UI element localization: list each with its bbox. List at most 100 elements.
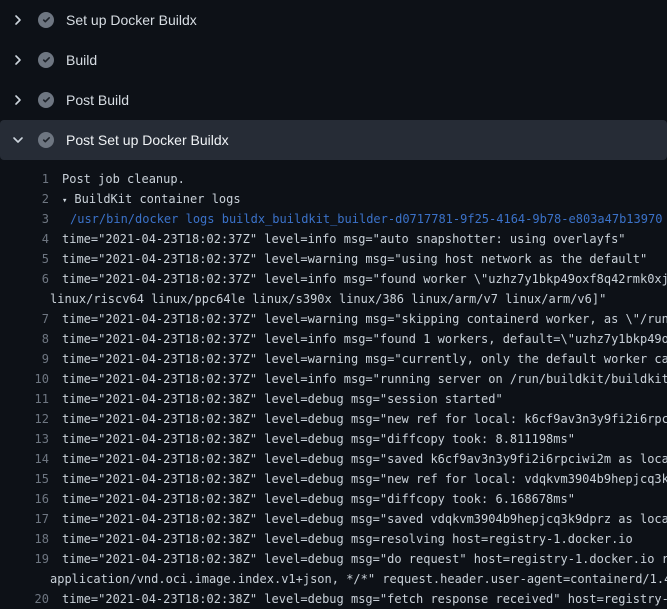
log-line: 4 ▾time="2021-04-23T18:02:37Z" level=inf… <box>0 229 667 249</box>
step-header-build[interactable]: Build <box>0 40 667 80</box>
log-line: 7 ▾time="2021-04-23T18:02:37Z" level=war… <box>0 309 667 329</box>
log-line-number[interactable]: 14 <box>0 449 49 469</box>
step-header-post-set-up-docker-buildx[interactable]: Post Set up Docker Buildx <box>0 120 667 160</box>
log-line: 5 ▾time="2021-04-23T18:02:37Z" level=war… <box>0 249 667 269</box>
log-line-text: ▾time="2021-04-23T18:02:38Z" level=debug… <box>62 449 667 469</box>
log-line-number[interactable] <box>0 289 37 309</box>
log-line-text: ▾time="2021-04-23T18:02:38Z" level=debug… <box>62 389 503 409</box>
log-line-number[interactable]: 18 <box>0 529 49 549</box>
log-line-number[interactable]: 15 <box>0 469 49 489</box>
log-line-text-content: time="2021-04-23T18:02:38Z" level=debug … <box>62 532 633 546</box>
log-line: 20 ▾time="2021-04-23T18:02:38Z" level=de… <box>0 589 667 609</box>
log-line: ▾application/vnd.oci.image.index.v1+json… <box>0 569 667 589</box>
log-line-text-content: time="2021-04-23T18:02:37Z" level=info m… <box>62 272 667 286</box>
step-header-set-up-docker-buildx[interactable]: Set up Docker Buildx <box>0 0 667 40</box>
log-line-number[interactable] <box>0 569 37 589</box>
log-line-number[interactable]: 9 <box>0 349 49 369</box>
log-line-text-content: time="2021-04-23T18:02:38Z" level=debug … <box>62 472 667 486</box>
log-line-number[interactable]: 8 <box>0 329 49 349</box>
log-line-number[interactable]: 6 <box>0 269 49 289</box>
log-line-number[interactable]: 3 <box>0 209 49 229</box>
log-line-text-content: time="2021-04-23T18:02:37Z" level=warnin… <box>62 312 667 326</box>
check-circle-icon <box>38 132 54 148</box>
log-line-number[interactable]: 17 <box>0 509 49 529</box>
log-line-text: ▾time="2021-04-23T18:02:37Z" level=warni… <box>62 249 647 269</box>
log-line: 8 ▾time="2021-04-23T18:02:37Z" level=inf… <box>0 329 667 349</box>
log-line: 10 ▾time="2021-04-23T18:02:37Z" level=in… <box>0 369 667 389</box>
log-line: 16 ▾time="2021-04-23T18:02:38Z" level=de… <box>0 489 667 509</box>
check-circle-icon <box>38 92 54 108</box>
log-line: 18 ▾time="2021-04-23T18:02:38Z" level=de… <box>0 529 667 549</box>
log-line-text-content: time="2021-04-23T18:02:38Z" level=debug … <box>62 552 667 566</box>
log-line-number[interactable]: 19 <box>0 549 49 569</box>
log-line-text: ▾ BuildKit container logs <box>62 189 241 209</box>
log-line-text: ▾Post job cleanup. <box>62 169 185 189</box>
log-line-number[interactable]: 20 <box>0 589 49 609</box>
check-circle-icon <box>38 12 54 28</box>
log-line-text-content: time="2021-04-23T18:02:38Z" level=debug … <box>62 452 667 466</box>
log-line-text: ▾time="2021-04-23T18:02:37Z" level=warni… <box>62 309 667 329</box>
check-circle-icon <box>38 52 54 68</box>
log-line: 3 ▾/usr/bin/docker logs buildx_buildkit_… <box>0 209 667 229</box>
log-line-text: ▾time="2021-04-23T18:02:37Z" level=info … <box>62 329 667 349</box>
log-line: ▾linux/riscv64 linux/ppc64le linux/s390x… <box>0 289 667 309</box>
chevron-right-icon <box>10 12 26 28</box>
log-line-text-content: BuildKit container logs <box>74 192 240 206</box>
log-line-text-content: time="2021-04-23T18:02:38Z" level=debug … <box>62 512 667 526</box>
log-line-text: ▾time="2021-04-23T18:02:38Z" level=debug… <box>62 429 575 449</box>
log-line-text-content: time="2021-04-23T18:02:37Z" level=warnin… <box>62 352 667 366</box>
log-line-text-content: application/vnd.oci.image.index.v1+json,… <box>50 572 667 586</box>
log-line-number[interactable]: 13 <box>0 429 49 449</box>
log-line-text: ▾time="2021-04-23T18:02:38Z" level=debug… <box>62 469 667 489</box>
chevron-right-icon <box>10 52 26 68</box>
step-label: Build <box>66 52 97 68</box>
log-viewer: 1 ▾Post job cleanup. 2 ▾ BuildKit contain… <box>0 160 667 609</box>
group-toggle-triangle-icon[interactable]: ▾ <box>62 196 67 206</box>
log-line-text-content: time="2021-04-23T18:02:37Z" level=info m… <box>62 332 667 346</box>
log-line: 11 ▾time="2021-04-23T18:02:38Z" level=de… <box>0 389 667 409</box>
steps-list: Set up Docker Buildx Build P <box>0 0 667 160</box>
step-label: Post Set up Docker Buildx <box>66 132 229 148</box>
log-line-text-content: time="2021-04-23T18:02:38Z" level=debug … <box>62 492 575 506</box>
log-line: 17 ▾time="2021-04-23T18:02:38Z" level=de… <box>0 509 667 529</box>
chevron-down-icon <box>10 132 26 148</box>
log-line-number[interactable]: 5 <box>0 249 49 269</box>
log-line-text: ▾time="2021-04-23T18:02:38Z" level=debug… <box>62 489 575 509</box>
log-line-number[interactable]: 4 <box>0 229 49 249</box>
log-line-text: ▾time="2021-04-23T18:02:38Z" level=debug… <box>62 409 667 429</box>
log-line-number[interactable]: 16 <box>0 489 49 509</box>
log-line-text: ▾application/vnd.oci.image.index.v1+json… <box>50 569 667 589</box>
log-line-text-content: Post job cleanup. <box>62 172 185 186</box>
log-line-text-content: time="2021-04-23T18:02:37Z" level=info m… <box>62 372 667 386</box>
log-line-text-content: time="2021-04-23T18:02:38Z" level=debug … <box>62 592 667 606</box>
log-line: 12 ▾time="2021-04-23T18:02:38Z" level=de… <box>0 409 667 429</box>
log-line-text-content: time="2021-04-23T18:02:37Z" level=warnin… <box>62 252 647 266</box>
log-line: 13 ▾time="2021-04-23T18:02:38Z" level=de… <box>0 429 667 449</box>
log-line-number[interactable]: 12 <box>0 409 49 429</box>
actions-log-viewer: { "colors": { "background": "#0d1117", "… <box>0 0 667 600</box>
log-line: 9 ▾time="2021-04-23T18:02:37Z" level=war… <box>0 349 667 369</box>
log-line-text: ▾time="2021-04-23T18:02:37Z" level=warni… <box>62 349 667 369</box>
log-line-text: ▾time="2021-04-23T18:02:38Z" level=debug… <box>62 549 667 569</box>
log-line: 2 ▾ BuildKit container logs <box>0 189 667 209</box>
log-line-number[interactable]: 1 <box>0 169 49 189</box>
log-line-number[interactable]: 2 <box>0 189 49 209</box>
log-line: 6 ▾time="2021-04-23T18:02:37Z" level=inf… <box>0 269 667 289</box>
log-line-number[interactable]: 10 <box>0 369 49 389</box>
log-line-number[interactable]: 11 <box>0 389 49 409</box>
step-label: Post Build <box>66 92 129 108</box>
log-line: 14 ▾time="2021-04-23T18:02:38Z" level=de… <box>0 449 667 469</box>
log-line: 15 ▾time="2021-04-23T18:02:38Z" level=de… <box>0 469 667 489</box>
log-line-text-content: linux/riscv64 linux/ppc64le linux/s390x … <box>50 292 606 306</box>
log-line-number[interactable]: 7 <box>0 309 49 329</box>
log-line-text: ▾/usr/bin/docker logs buildx_buildkit_bu… <box>70 209 662 229</box>
log-line: 19 ▾time="2021-04-23T18:02:38Z" level=de… <box>0 549 667 569</box>
log-line-text: ▾time="2021-04-23T18:02:38Z" level=debug… <box>62 529 633 549</box>
log-line-text: ▾time="2021-04-23T18:02:38Z" level=debug… <box>62 589 667 609</box>
log-line-text: ▾time="2021-04-23T18:02:37Z" level=info … <box>62 269 667 289</box>
step-label: Set up Docker Buildx <box>66 12 197 28</box>
log-line-text-content: time="2021-04-23T18:02:38Z" level=debug … <box>62 412 667 426</box>
log-line-text-content: time="2021-04-23T18:02:37Z" level=info m… <box>62 232 626 246</box>
log-line-text-content: time="2021-04-23T18:02:38Z" level=debug … <box>62 392 503 406</box>
step-header-post-build[interactable]: Post Build <box>0 80 667 120</box>
